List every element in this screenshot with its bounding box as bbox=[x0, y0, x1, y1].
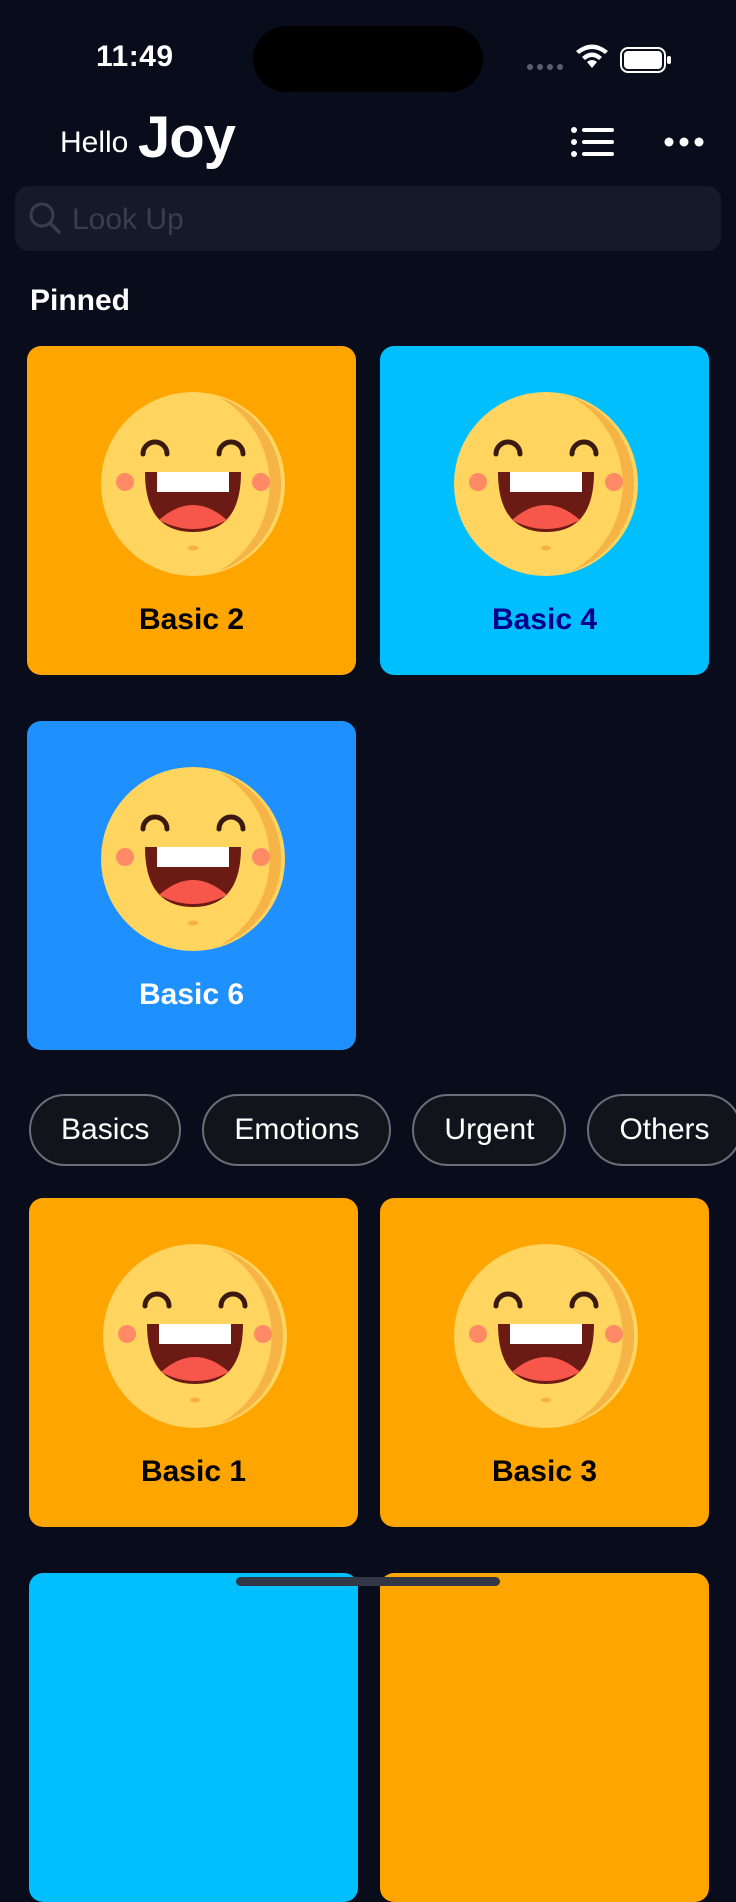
user-name: Joy bbox=[138, 105, 236, 170]
tile-label: Basic 3 bbox=[491, 1455, 598, 1488]
pinned-section-title: Pinned bbox=[30, 284, 131, 317]
pinned-tile[interactable]: Basic 2 bbox=[27, 346, 356, 675]
category-chips: Basics Emotions Urgent Others bbox=[29, 1094, 736, 1166]
chip-urgent[interactable]: Urgent bbox=[412, 1094, 567, 1166]
wifi-icon bbox=[576, 44, 608, 68]
laughing-face-icon bbox=[454, 1244, 638, 1428]
tile-label: Basic 6 bbox=[138, 978, 245, 1011]
search-input[interactable] bbox=[72, 202, 632, 238]
grid-tile[interactable] bbox=[380, 1573, 709, 1902]
grid-tile[interactable]: Basic 1 bbox=[29, 1198, 358, 1527]
more-icon[interactable] bbox=[664, 136, 704, 148]
pinned-tile[interactable]: Basic 6 bbox=[27, 721, 356, 1050]
laughing-face-icon bbox=[101, 767, 285, 951]
pinned-tile[interactable]: Basic 4 bbox=[380, 346, 709, 675]
grid-tile[interactable] bbox=[29, 1573, 358, 1902]
grid-tile[interactable]: Basic 3 bbox=[380, 1198, 709, 1527]
tile-label: Basic 1 bbox=[140, 1455, 247, 1488]
dynamic-island bbox=[253, 26, 483, 92]
search-icon bbox=[29, 202, 61, 234]
tile-label: Basic 2 bbox=[138, 603, 245, 636]
greeting-text: Hello bbox=[60, 126, 129, 159]
laughing-face-icon bbox=[101, 392, 285, 576]
status-time: 11:49 bbox=[96, 40, 174, 73]
list-icon[interactable] bbox=[570, 124, 616, 164]
battery-icon bbox=[620, 47, 671, 73]
laughing-face-icon bbox=[454, 392, 638, 576]
tile-label: Basic 4 bbox=[491, 603, 598, 636]
cellular-signal-icon bbox=[527, 64, 563, 70]
laughing-face-icon bbox=[103, 1244, 287, 1428]
chip-emotions[interactable]: Emotions bbox=[202, 1094, 392, 1166]
home-indicator bbox=[236, 1577, 500, 1586]
chip-others[interactable]: Others bbox=[587, 1094, 736, 1166]
chip-basics[interactable]: Basics bbox=[29, 1094, 182, 1166]
